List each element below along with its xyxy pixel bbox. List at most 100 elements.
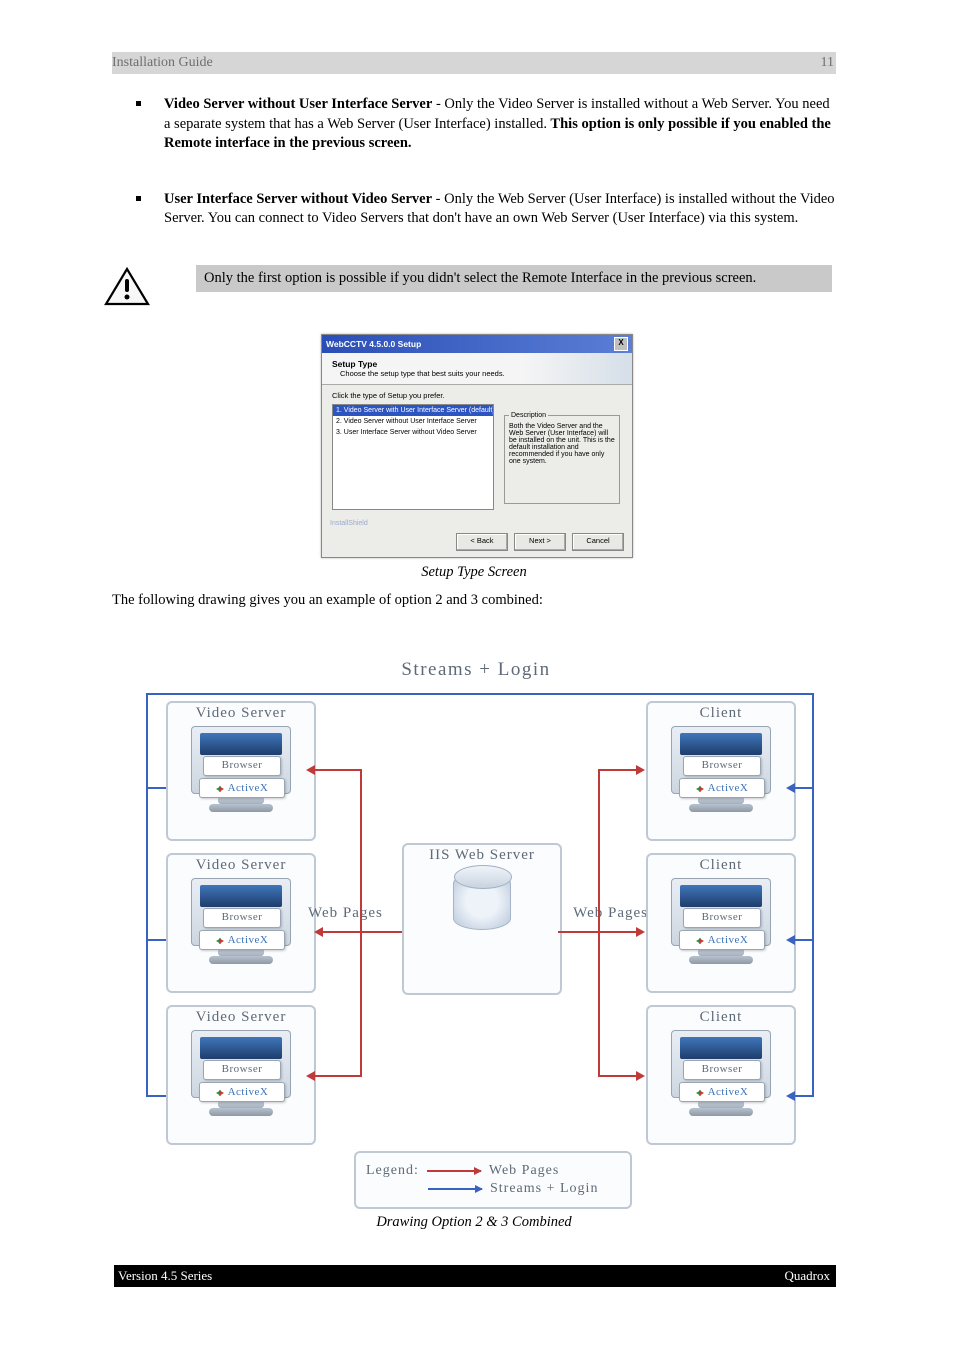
footer-bar [114,1265,836,1287]
arrow-icon [306,765,315,775]
arrow-icon [786,1091,795,1101]
activex-arrow-icon [696,1088,705,1097]
browser-tag: Browser [203,756,281,776]
client-panel: Client Browser ActiveX [646,1005,796,1145]
next-button[interactable]: Next > [514,533,566,551]
panel-title: Client [648,855,794,874]
legend-webpages: Web Pages [489,1163,559,1179]
arrow-icon [786,935,795,945]
connector-line [598,769,638,771]
note-row: Only the first option is possible if you… [112,265,836,293]
arrow-icon [636,765,645,775]
bullet-item: User Interface Server without Video Serv… [112,190,836,229]
cancel-button[interactable]: Cancel [572,533,624,551]
connector-line [314,1075,362,1077]
architecture-diagram: Streams + Login Video Server Browser Act… [128,667,824,1203]
connector-line [794,939,814,941]
monitor-icon: Browser ActiveX [671,878,771,986]
setup-window: WebCCTV 4.5.0.0 Setup X Setup Type Choos… [321,334,633,558]
client-panel: Client Browser ActiveX [646,701,796,841]
bullet-label: Video Server without User Interface Serv… [164,96,432,112]
header-bar [112,52,836,74]
setup-option[interactable]: 2. Video Server without User Interface S… [333,416,493,427]
note-box: Only the first option is possible if you… [196,265,832,293]
setup-header: Setup Type Choose the setup type that be… [322,353,632,385]
footer-brand: Quadrox [785,1268,831,1284]
setup-option-selected[interactable]: 1. Video Server with User Interface Serv… [333,405,493,416]
activex-label: ActiveX [708,1086,749,1098]
panel-title: Client [648,703,794,722]
arrow-icon [636,927,645,937]
bullet-item: Video Server without User Interface Serv… [112,95,836,154]
arrow-icon [786,783,795,793]
bullet-label: User Interface Server without Video Serv… [164,191,432,207]
activex-tag: ActiveX [199,930,285,950]
panel-title: Video Server [168,855,314,874]
iis-server-panel: IIS Web Server [402,843,562,995]
server-icon [444,872,520,948]
setup-titlebar: WebCCTV 4.5.0.0 Setup X [322,335,632,353]
close-icon[interactable]: X [614,337,628,351]
activex-tag: ActiveX [679,1082,765,1102]
diagram-caption: Drawing Option 2 & 3 Combined [112,1214,836,1231]
connector-line [146,787,166,789]
activex-arrow-icon [696,936,705,945]
browser-tag: Browser [203,1060,281,1080]
header-page-number: 11 [821,55,834,71]
diagram-title: Streams + Login [128,659,824,681]
connector-line [794,1095,814,1097]
browser-tag: Browser [683,908,761,928]
activex-tag: ActiveX [679,930,765,950]
activex-label: ActiveX [708,934,749,946]
monitor-icon: Browser ActiveX [191,878,291,986]
warning-icon [104,267,150,307]
monitor-icon: Browser ActiveX [671,726,771,834]
panel-title: Video Server [168,703,314,722]
browser-tag: Browser [203,908,281,928]
video-server-panel: Video Server Browser ActiveX [166,701,316,841]
connector-line [598,1075,638,1077]
activex-tag: ActiveX [679,778,765,798]
activex-arrow-icon [216,1088,225,1097]
footer-version: Version 4.5 Series [118,1268,212,1284]
setup-desc-title: Description [509,412,548,419]
setup-option[interactable]: 3. User Interface Server without Video S… [333,427,493,438]
web-pages-label: Web Pages [573,905,648,922]
web-pages-label: Web Pages [308,905,383,922]
browser-tag: Browser [683,756,761,776]
activex-tag: ActiveX [199,1082,285,1102]
arrow-icon [314,927,323,937]
browser-tag: Browser [683,1060,761,1080]
arrow-icon [636,1071,645,1081]
setup-option-list[interactable]: 1. Video Server with User Interface Serv… [332,404,494,510]
activex-arrow-icon [216,936,225,945]
setup-title-text: WebCCTV 4.5.0.0 Setup [326,339,421,349]
video-server-panel: Video Server Browser ActiveX [166,853,316,993]
monitor-icon: Browser ActiveX [191,726,291,834]
setup-footer: < Back Next > Cancel [456,533,624,551]
back-button[interactable]: < Back [456,533,508,551]
panel-title: Client [648,1007,794,1026]
activex-label: ActiveX [228,782,269,794]
connector-line [146,693,814,695]
connector-line [812,787,814,1097]
setup-brand: InstallShield [330,520,368,527]
connector-line [794,787,814,789]
monitor-icon: Browser ActiveX [671,1030,771,1138]
client-panel: Client Browser ActiveX [646,853,796,993]
video-server-panel: Video Server Browser ActiveX [166,1005,316,1145]
connector-line [146,1095,166,1097]
activex-label: ActiveX [228,1086,269,1098]
header-left: Installation Guide [112,55,213,71]
activex-label: ActiveX [228,934,269,946]
connector-line [146,939,166,941]
legend-box: Legend: Web Pages Streams + Login [354,1151,632,1209]
connector-line [146,787,148,1097]
setup-type-heading: Setup Type [332,359,622,369]
connector-line [598,769,600,1077]
setup-prompt: Click the type of Setup you prefer. [332,391,622,400]
setup-desc-body: Both the Video Server and the Web Server… [509,423,615,465]
activex-tag: ActiveX [199,778,285,798]
arrow-icon [306,1071,315,1081]
activex-label: ActiveX [708,782,749,794]
